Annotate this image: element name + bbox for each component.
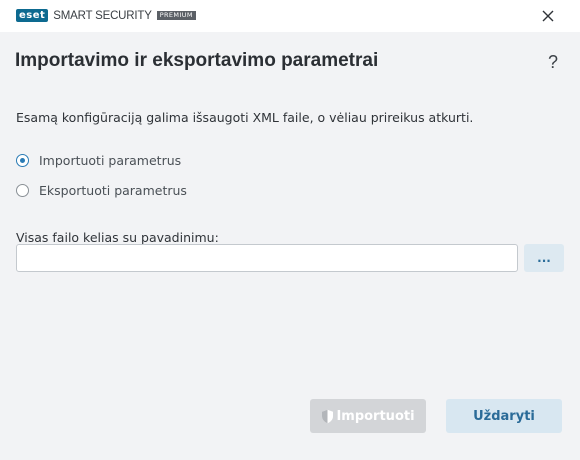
browse-button[interactable]: ... xyxy=(524,244,564,272)
radio-selected[interactable] xyxy=(16,154,29,167)
dialog-description: Esamą konfigūraciją galima išsaugoti XML… xyxy=(16,110,474,125)
close-window-button[interactable] xyxy=(538,6,558,26)
edition-badge: PREMIUM xyxy=(156,11,196,20)
eset-logo: eset xyxy=(16,9,49,22)
close-icon xyxy=(542,10,554,22)
file-path-input[interactable] xyxy=(16,244,518,272)
export-settings-label: Eksportuoti parametrus xyxy=(39,183,187,198)
product-name: SMART SECURITY xyxy=(53,9,152,22)
shield-icon xyxy=(321,409,334,424)
title-bar: eset SMART SECURITY PREMIUM xyxy=(0,0,580,32)
brand: eset SMART SECURITY PREMIUM xyxy=(16,9,196,22)
import-settings-option[interactable]: Importuoti parametrus xyxy=(16,153,181,168)
close-button[interactable]: Uždaryti xyxy=(446,399,562,433)
import-settings-label: Importuoti parametrus xyxy=(39,153,182,168)
import-button-label: Importuoti xyxy=(336,408,415,424)
help-button[interactable]: ? xyxy=(548,52,558,73)
file-path-label: Visas failo kelias su pavadinimu: xyxy=(16,230,219,245)
close-button-label: Uždaryti xyxy=(473,408,535,424)
radio-unselected[interactable] xyxy=(16,184,29,197)
import-button[interactable]: Importuoti xyxy=(310,399,426,433)
export-settings-option[interactable]: Eksportuoti parametrus xyxy=(16,183,187,198)
dialog-title: Importavimo ir eksportavimo parametrai xyxy=(15,50,379,71)
